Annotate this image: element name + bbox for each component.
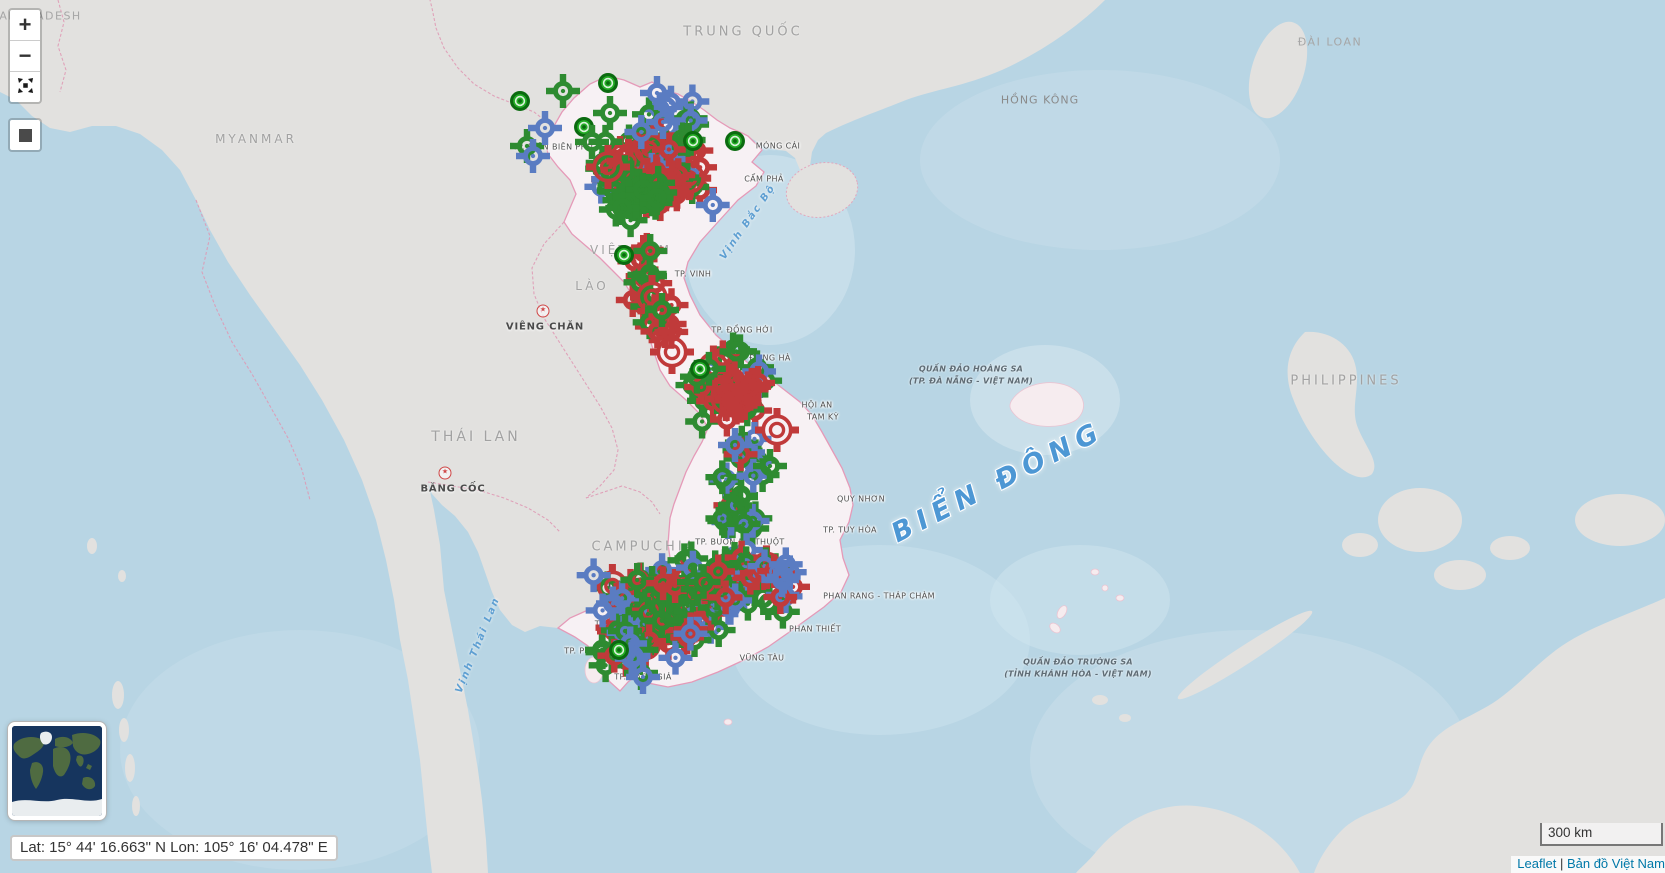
- expand-arrows-icon: [17, 74, 34, 100]
- filled-square-icon: [19, 129, 32, 142]
- map-marker-crosshair-g[interactable]: [546, 74, 580, 108]
- scale-control: 300 km: [1540, 823, 1663, 846]
- zoom-in-button[interactable]: +: [10, 10, 40, 41]
- square-tool-button[interactable]: [10, 120, 40, 150]
- map-marker-crosshair-b[interactable]: [696, 188, 730, 222]
- minimap-world-image: [12, 726, 102, 816]
- map-markers-layer: [0, 0, 1665, 873]
- attribution-separator: |: [1556, 856, 1567, 871]
- zoom-control: + −: [8, 8, 42, 104]
- map-marker-crosshair-g[interactable]: [593, 96, 627, 130]
- map-marker-station-dot[interactable]: [600, 75, 617, 92]
- minimap[interactable]: [8, 722, 106, 820]
- square-tool-control: [8, 118, 42, 152]
- zoom-out-button[interactable]: −: [10, 41, 40, 72]
- map-marker-station-dot[interactable]: [685, 133, 702, 150]
- coordinates-readout: Lat: 15° 44' 16.663" N Lon: 105° 16' 04.…: [10, 835, 338, 861]
- map-marker-station-dot[interactable]: [727, 133, 744, 150]
- attribution-bar: Leaflet | Bản đồ Việt Nam: [1511, 856, 1665, 873]
- map-viewport[interactable]: BANGLADESHMYANMARTRUNG QUỐCHỒNG KÔNGĐÀI …: [0, 0, 1665, 873]
- fullscreen-button[interactable]: [10, 72, 40, 102]
- map-marker-crosshair-b[interactable]: [640, 76, 674, 110]
- map-marker-station-dot[interactable]: [512, 93, 529, 110]
- map-marker-station-dot[interactable]: [616, 247, 633, 264]
- map-marker-station-dot[interactable]: [692, 361, 709, 378]
- leaflet-link[interactable]: Leaflet: [1517, 856, 1556, 871]
- map-marker-station-dot[interactable]: [611, 642, 628, 659]
- map-provider-link[interactable]: Bản đồ Việt Nam: [1567, 856, 1665, 871]
